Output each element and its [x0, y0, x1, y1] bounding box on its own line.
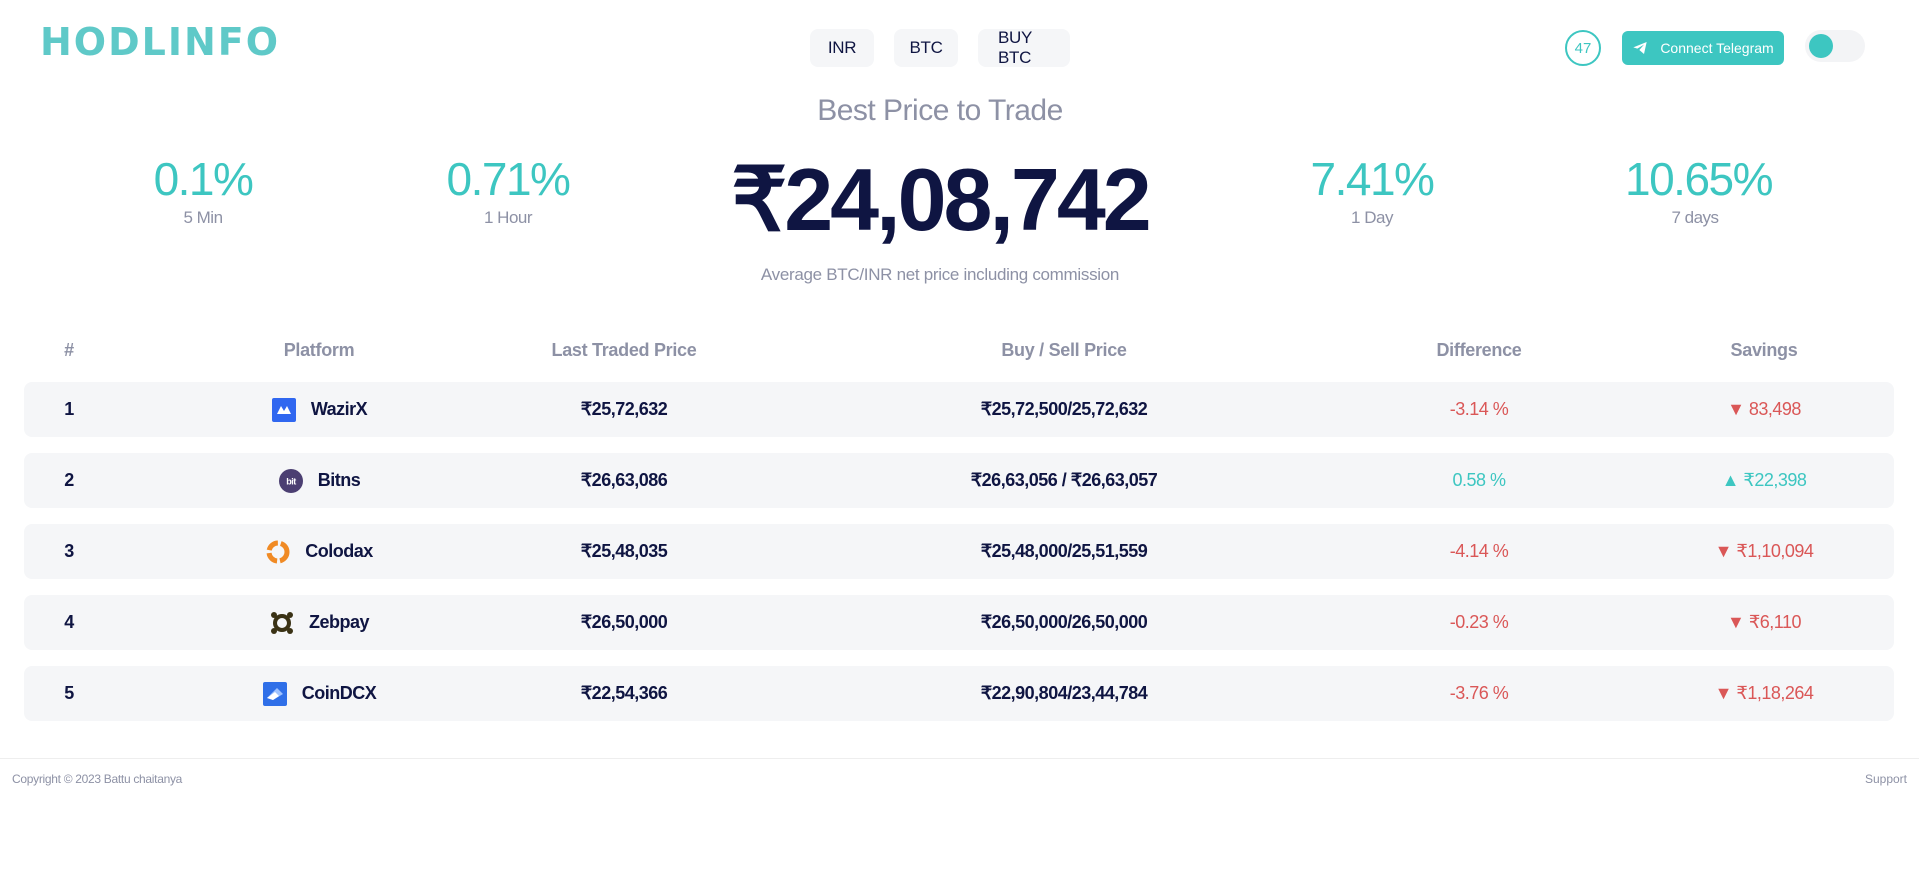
connect-telegram-button[interactable]: Connect Telegram — [1622, 31, 1784, 65]
btc-button[interactable]: BTC — [894, 29, 958, 67]
connect-telegram-label: Connect Telegram — [1660, 40, 1774, 56]
colodax-icon — [265, 539, 291, 565]
platform-name: Zebpay — [308, 612, 370, 632]
row-number: 5 — [64, 683, 74, 703]
header-platform: Platform — [283, 340, 355, 360]
logo[interactable]: HODLINFO — [40, 20, 280, 64]
last-traded-price: ₹25,48,035 — [580, 541, 668, 561]
zebpay-icon — [269, 610, 295, 636]
platform-cell: CoinDCX — [184, 666, 454, 721]
inr-button[interactable]: INR — [810, 29, 874, 67]
stat-label: 7 days — [1671, 208, 1719, 227]
best-price-title: Best Price to Trade — [817, 94, 1063, 127]
savings: ▼ ₹1,10,094 — [1714, 541, 1814, 561]
stat-value: 7.41% — [1310, 153, 1435, 205]
header: HODLINFO INR BTC BUY BTC 47 Connect Tele… — [0, 0, 1919, 100]
header-last-traded-price: Last Traded Price — [551, 340, 697, 360]
row-number: 1 — [64, 399, 74, 419]
platform-cell: Colodax — [184, 524, 454, 579]
platform-name: CoinDCX — [301, 683, 377, 703]
row-number: 3 — [64, 541, 74, 561]
theme-toggle[interactable] — [1805, 30, 1865, 62]
savings: ▼ ₹1,18,264 — [1714, 683, 1814, 703]
row-number: 2 — [64, 470, 74, 490]
header-savings: Savings — [1730, 340, 1798, 360]
buy-sell-price: ₹25,48,000/25,51,559 — [980, 541, 1148, 561]
stat-label: 1 Day — [1351, 208, 1393, 227]
buy-sell-price: ₹26,63,056 / ₹26,63,057 — [970, 470, 1158, 490]
bitns-icon: bit — [278, 468, 304, 494]
stat-value: 10.65% — [1625, 153, 1774, 205]
platform-cell: WazirX — [184, 382, 454, 437]
table-row[interactable]: 2 bit Bitns ₹26,63,086 ₹26,63,056 / ₹26,… — [24, 453, 1894, 508]
platform-name: WazirX — [310, 399, 368, 419]
buy-sell-price: ₹26,50,000/26,50,000 — [980, 612, 1148, 632]
table-row[interactable]: 3 Colodax ₹25,48,035 ₹25,48,000/25,51,55… — [24, 524, 1894, 579]
table-row[interactable]: 1 WazirX ₹25,72,632 ₹25,72,500/25,72,632… — [24, 382, 1894, 437]
refresh-timer: 47 — [1565, 30, 1601, 66]
currency-nav: INR BTC BUY BTC — [810, 28, 1070, 67]
header-buy-sell-price: Buy / Sell Price — [1001, 340, 1127, 360]
buy-sell-price: ₹22,90,804/23,44,784 — [980, 683, 1148, 703]
last-traded-price: ₹22,54,366 — [580, 683, 668, 703]
svg-text:bit: bit — [286, 476, 296, 486]
savings: ▲ ₹22,398 — [1721, 470, 1807, 490]
platform-cell: Zebpay — [184, 595, 454, 650]
average-price: ₹24,08,742 — [731, 150, 1151, 249]
average-price-note: Average BTC/INR net price including comm… — [760, 265, 1120, 284]
copyright: Copyright © 2023 Battu chaitanya — [12, 772, 183, 786]
buy-btc-button[interactable]: BUY BTC — [978, 28, 1070, 67]
table-row[interactable]: 4 Zebpay ₹26,50,000 ₹26,50,000/26,50,000… — [24, 595, 1894, 650]
platform-name: Colodax — [305, 541, 373, 561]
header-number: # — [64, 340, 74, 360]
savings: ▼ 83,498 — [1727, 399, 1801, 419]
platform-cell: bit Bitns — [184, 453, 454, 508]
telegram-icon — [1633, 42, 1647, 54]
toggle-knob — [1809, 34, 1833, 58]
stat-1-day: 7.41% 1 Day — [1310, 152, 1435, 228]
wazirx-icon — [271, 397, 297, 423]
table-header: # Platform Last Traded Price Buy / Sell … — [24, 340, 1894, 370]
support-link[interactable]: Support — [1865, 772, 1907, 786]
coindcx-icon — [262, 681, 288, 707]
platform-name: Bitns — [317, 470, 361, 490]
row-number: 4 — [64, 612, 74, 632]
buy-sell-price: ₹25,72,500/25,72,632 — [980, 399, 1148, 419]
savings: ▼ ₹6,110 — [1727, 612, 1801, 632]
footer-divider — [0, 758, 1919, 759]
last-traded-price: ₹25,72,632 — [580, 399, 668, 419]
stat-7-days: 10.65% 7 days — [1625, 152, 1774, 228]
table-row[interactable]: 5 CoinDCX ₹22,54,366 ₹22,90,804/23,44,78… — [24, 666, 1894, 721]
last-traded-price: ₹26,63,086 — [580, 470, 668, 490]
last-traded-price: ₹26,50,000 — [580, 612, 668, 632]
